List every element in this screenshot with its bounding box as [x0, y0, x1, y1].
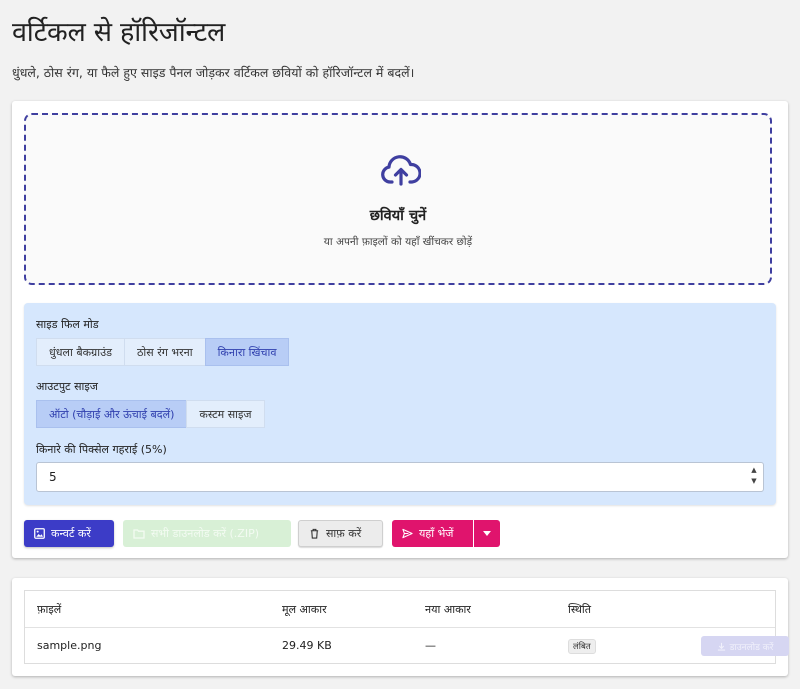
cell-file-name: sample.png [37, 639, 102, 652]
dropzone-subtitle: या अपनी फ़ाइलों को यहाँ खींचकर छोड़ें [323, 236, 473, 248]
converter-card: छवियाँ चुनें या अपनी फ़ाइलों को यहाँ खीं… [12, 101, 788, 558]
page-title: वर्टिकल से हॉरिजॉन्टल [12, 17, 225, 48]
clear-label: साफ़ करें [326, 527, 362, 540]
option-edge-stretch[interactable]: किनारा खिंचाव [204, 338, 290, 366]
file-dropzone[interactable]: छवियाँ चुनें या अपनी फ़ाइलों को यहाँ खीं… [24, 113, 772, 285]
number-stepper[interactable]: ▲ ▼ [749, 465, 759, 487]
output-size-group: ऑटो (चौड़ाई और ऊंचाई बदलें) कस्टम साइज [36, 400, 265, 428]
convert-label: कन्वर्ट करें [51, 527, 91, 540]
convert-button[interactable]: कन्वर्ट करें [24, 520, 114, 547]
files-table: फ़ाइलें मूल आकार नया आकार स्थिति sample.… [24, 590, 789, 664]
column-header-status: स्थिति [568, 603, 592, 616]
download-all-label: सभी डाउनलोड करें (.ZIP) [151, 527, 260, 540]
option-blur-background[interactable]: धुंधला बैकग्राउंड [36, 338, 126, 366]
clear-button[interactable]: साफ़ करें [298, 520, 383, 547]
option-custom-size[interactable]: कस्टम साइज [186, 400, 265, 428]
cell-new-size: — [425, 639, 436, 652]
download-icon [717, 642, 725, 651]
side-fill-mode-group: धुंधला बैकग्राउंड ठोस रंग भरना किनारा खि… [36, 338, 290, 366]
option-auto-size[interactable]: ऑटो (चौड़ाई और ऊंचाई बदलें) [36, 400, 188, 428]
column-header-new-size: नया आकार [425, 603, 471, 616]
send-here-label: यहाँ भेजें [419, 527, 454, 540]
header-divider [25, 627, 775, 628]
send-dropdown-button[interactable] [474, 520, 500, 547]
caret-down-icon [483, 531, 491, 536]
download-all-button[interactable]: सभी डाउनलोड करें (.ZIP) [123, 520, 291, 547]
column-header-files: फ़ाइलें [37, 603, 62, 616]
trash-icon [310, 528, 319, 539]
option-solid-color[interactable]: ठोस रंग भरना [124, 338, 206, 366]
stepper-up-icon[interactable]: ▲ [749, 465, 759, 476]
edge-depth-input[interactable]: 5 ▲ ▼ [36, 462, 764, 492]
send-icon [402, 528, 413, 539]
row-download-label: डाउनलोड करें [729, 642, 774, 653]
stepper-down-icon[interactable]: ▼ [749, 476, 759, 487]
edge-depth-label: किनारे की पिक्सेल गहराई (5%) [36, 443, 167, 456]
cell-original-size: 29.49 KB [282, 639, 332, 652]
status-badge: लंबित [568, 639, 596, 654]
output-size-label: आउटपुट साइज [36, 380, 98, 393]
image-icon [34, 528, 45, 539]
cloud-upload-icon [381, 155, 421, 186]
files-card: फ़ाइलें मूल आकार नया आकार स्थिति sample.… [12, 578, 789, 676]
settings-panel: साइड फिल मोड धुंधला बैकग्राउंड ठोस रंग भ… [24, 303, 776, 505]
side-fill-mode-label: साइड फिल मोड [36, 318, 99, 331]
edge-depth-value: 5 [49, 470, 57, 484]
page-subtitle: धुंधले, ठोस रंग, या फैले हुए साइड पैनल ज… [12, 65, 415, 80]
row-download-button[interactable]: डाउनलोड करें [701, 636, 789, 656]
column-header-original-size: मूल आकार [282, 603, 327, 616]
send-here-button[interactable]: यहाँ भेजें [392, 520, 473, 547]
dropzone-title: छवियाँ चुनें [369, 208, 427, 224]
folder-icon [133, 529, 145, 539]
